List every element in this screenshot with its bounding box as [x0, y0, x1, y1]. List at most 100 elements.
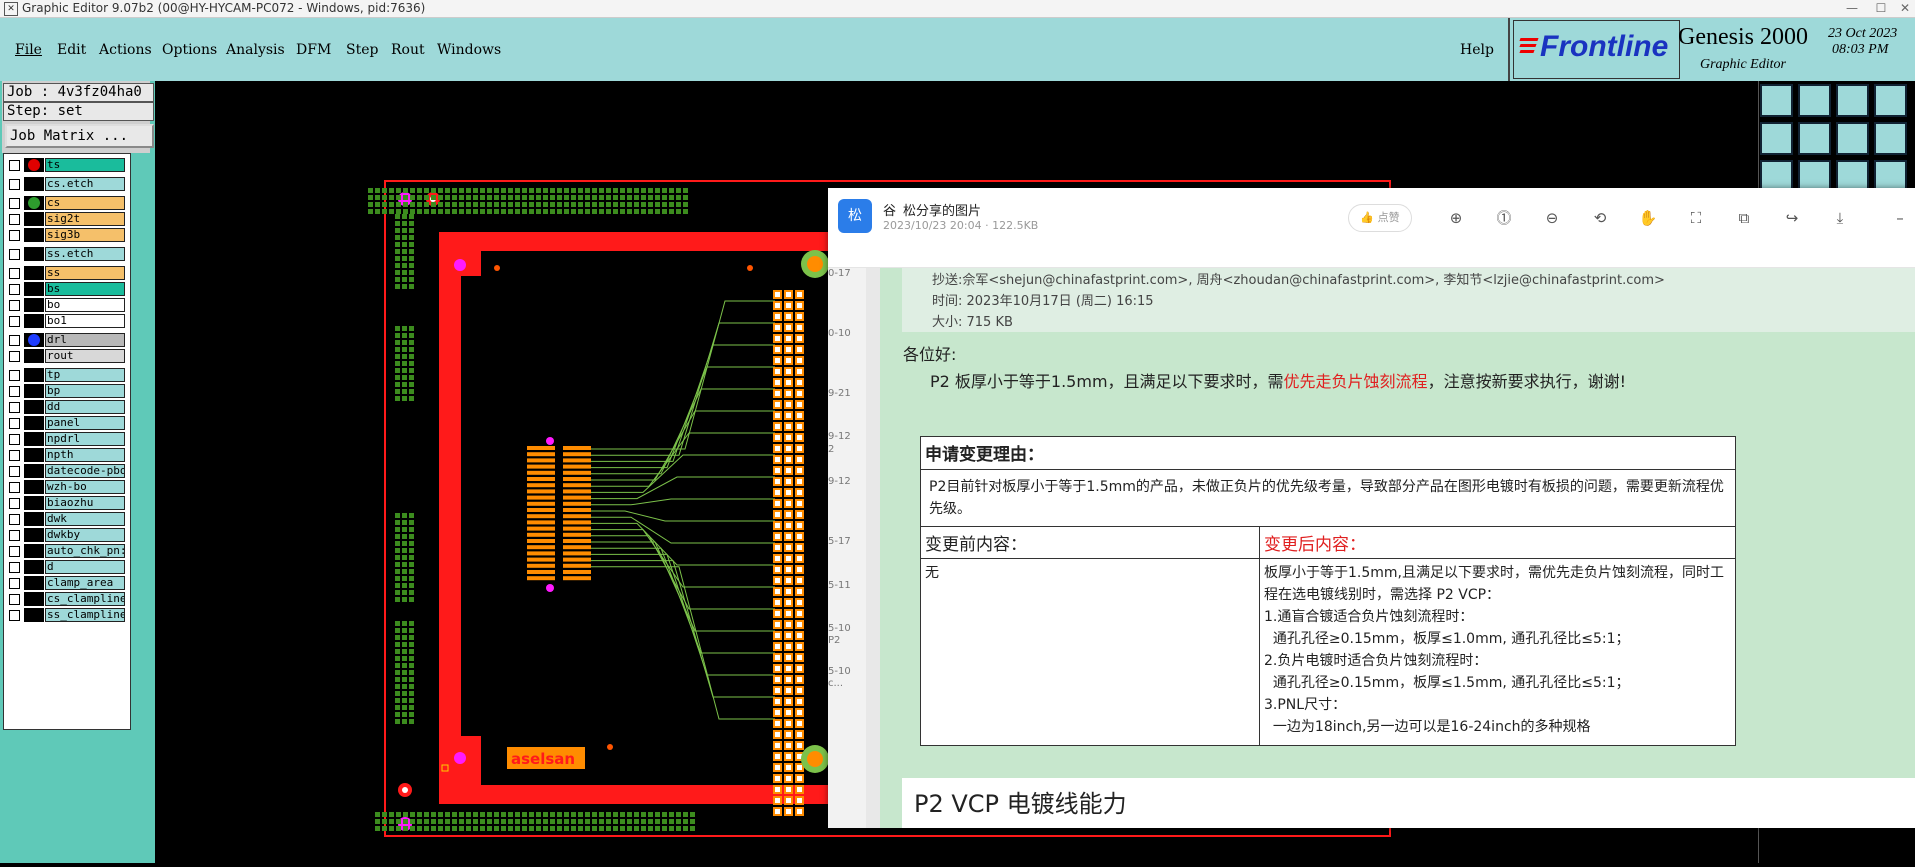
layer-checkbox[interactable]	[9, 434, 20, 445]
layer-name[interactable]: bo	[45, 298, 125, 312]
layer-color-swatch[interactable]	[24, 608, 44, 622]
toolbar-insert-icon[interactable]	[1760, 122, 1793, 155]
layer-color-swatch[interactable]	[24, 576, 44, 590]
layer-color-swatch[interactable]	[24, 432, 44, 446]
layer-row[interactable]: sig2t	[4, 212, 130, 226]
layer-name[interactable]: bp	[45, 384, 125, 398]
layer-color-swatch[interactable]	[24, 212, 44, 226]
layer-row[interactable]: drl	[4, 333, 130, 347]
layer-checkbox[interactable]	[9, 386, 20, 397]
layer-row[interactable]: biaozhu	[4, 496, 130, 510]
menu-edit[interactable]: Edit	[57, 42, 86, 58]
layer-name[interactable]: npdrl	[45, 432, 125, 446]
menu-file[interactable]: File	[15, 42, 42, 58]
crop-icon[interactable]: ⛶	[1685, 207, 1707, 229]
layer-color-swatch[interactable]	[24, 247, 44, 261]
layer-row[interactable]: bo	[4, 298, 130, 312]
layer-checkbox[interactable]	[9, 198, 20, 209]
menu-step[interactable]: Step	[346, 42, 378, 58]
layer-color-swatch[interactable]	[24, 592, 44, 606]
layer-name[interactable]: wzh-bo	[45, 480, 125, 494]
copy-icon[interactable]: ⧉	[1733, 207, 1755, 229]
layer-checkbox[interactable]	[9, 578, 20, 589]
layer-row[interactable]: dwk	[4, 512, 130, 526]
layer-row[interactable]: tp	[4, 368, 130, 382]
layer-color-swatch[interactable]	[24, 464, 44, 478]
layer-row[interactable]: rout	[4, 349, 130, 363]
layer-row[interactable]: wzh-bo	[4, 480, 130, 494]
share-icon[interactable]: ↪	[1781, 207, 1803, 229]
toolbar-home-icon[interactable]	[1836, 84, 1869, 117]
layer-checkbox[interactable]	[9, 514, 20, 525]
layer-name[interactable]: auto_chk_pn:	[45, 544, 125, 558]
layer-name[interactable]: dwkby	[45, 528, 125, 542]
layer-checkbox[interactable]	[9, 370, 20, 381]
layer-name[interactable]: cs.etch	[45, 177, 125, 191]
layer-color-swatch[interactable]	[24, 512, 44, 526]
menu-actions[interactable]: Actions	[99, 42, 152, 58]
toolbar-route-icon[interactable]	[1836, 122, 1869, 155]
layer-row[interactable]: dd	[4, 400, 130, 414]
layer-checkbox[interactable]	[9, 284, 20, 295]
layer-checkbox[interactable]	[9, 418, 20, 429]
layer-name[interactable]: drl	[45, 333, 125, 347]
layer-name[interactable]: ss_clampline	[45, 608, 125, 622]
like-button[interactable]: 👍 点赞	[1348, 204, 1412, 232]
layer-checkbox[interactable]	[9, 546, 20, 557]
layer-row[interactable]: d	[4, 560, 130, 574]
layer-color-swatch[interactable]	[24, 282, 44, 296]
layer-color-swatch[interactable]	[24, 416, 44, 430]
menu-help[interactable]: Help	[1460, 42, 1494, 58]
layer-name[interactable]: ss.etch	[45, 247, 125, 261]
layer-checkbox[interactable]	[9, 498, 20, 509]
toolbar-open-icon[interactable]	[1760, 84, 1793, 117]
layer-checkbox[interactable]	[9, 316, 20, 327]
layer-row[interactable]: ss.etch	[4, 247, 130, 261]
layer-checkbox[interactable]	[9, 160, 20, 171]
close-button[interactable]: ✕	[1890, 0, 1915, 17]
layer-checkbox[interactable]	[9, 530, 20, 541]
layer-color-swatch[interactable]	[24, 560, 44, 574]
layer-checkbox[interactable]	[9, 300, 20, 311]
layer-name[interactable]: dd	[45, 400, 125, 414]
layer-name[interactable]: tp	[45, 368, 125, 382]
layer-row[interactable]: cs_clampline	[4, 592, 130, 606]
layer-row[interactable]: clamp_area	[4, 576, 130, 590]
layer-checkbox[interactable]	[9, 610, 20, 621]
layer-name[interactable]: rout	[45, 349, 125, 363]
layer-row[interactable]: ts	[4, 158, 130, 172]
layer-checkbox[interactable]	[9, 335, 20, 346]
minimize-viewer-icon[interactable]: –	[1889, 207, 1911, 229]
layer-row[interactable]: auto_chk_pn:	[4, 544, 130, 558]
toolbar-layout-icon[interactable]	[1874, 84, 1907, 117]
layer-color-swatch[interactable]	[24, 528, 44, 542]
layer-row[interactable]: dwkby	[4, 528, 130, 542]
layer-color-swatch[interactable]	[24, 266, 44, 280]
layer-color-swatch[interactable]	[24, 228, 44, 242]
layer-name[interactable]: panel	[45, 416, 125, 430]
layer-color-swatch[interactable]	[24, 448, 44, 462]
layer-checkbox[interactable]	[9, 179, 20, 190]
layer-color-swatch[interactable]	[24, 480, 44, 494]
layer-name[interactable]: sig2t	[45, 212, 125, 226]
layer-checkbox[interactable]	[9, 230, 20, 241]
layer-row[interactable]: sig3b	[4, 228, 130, 242]
layer-row[interactable]: bp	[4, 384, 130, 398]
layer-checkbox[interactable]	[9, 562, 20, 573]
layer-row[interactable]: ss	[4, 266, 130, 280]
rotate-icon[interactable]: ⟲	[1589, 207, 1611, 229]
scrollbar[interactable]	[866, 268, 880, 828]
layer-name[interactable]: ss	[45, 266, 125, 280]
layer-name[interactable]: datecode-pbo	[45, 464, 125, 478]
layer-name[interactable]: clamp_area	[45, 576, 125, 590]
layer-checkbox[interactable]	[9, 249, 20, 260]
layer-checkbox[interactable]	[9, 402, 20, 413]
layer-color-swatch[interactable]	[24, 177, 44, 191]
layer-name[interactable]: dwk	[45, 512, 125, 526]
layer-row[interactable]: cs.etch	[4, 177, 130, 191]
layer-color-swatch[interactable]	[24, 349, 44, 363]
layer-checkbox[interactable]	[9, 214, 20, 225]
layer-checkbox[interactable]	[9, 466, 20, 477]
layer-name[interactable]: npth	[45, 448, 125, 462]
layer-color-swatch[interactable]	[24, 400, 44, 414]
